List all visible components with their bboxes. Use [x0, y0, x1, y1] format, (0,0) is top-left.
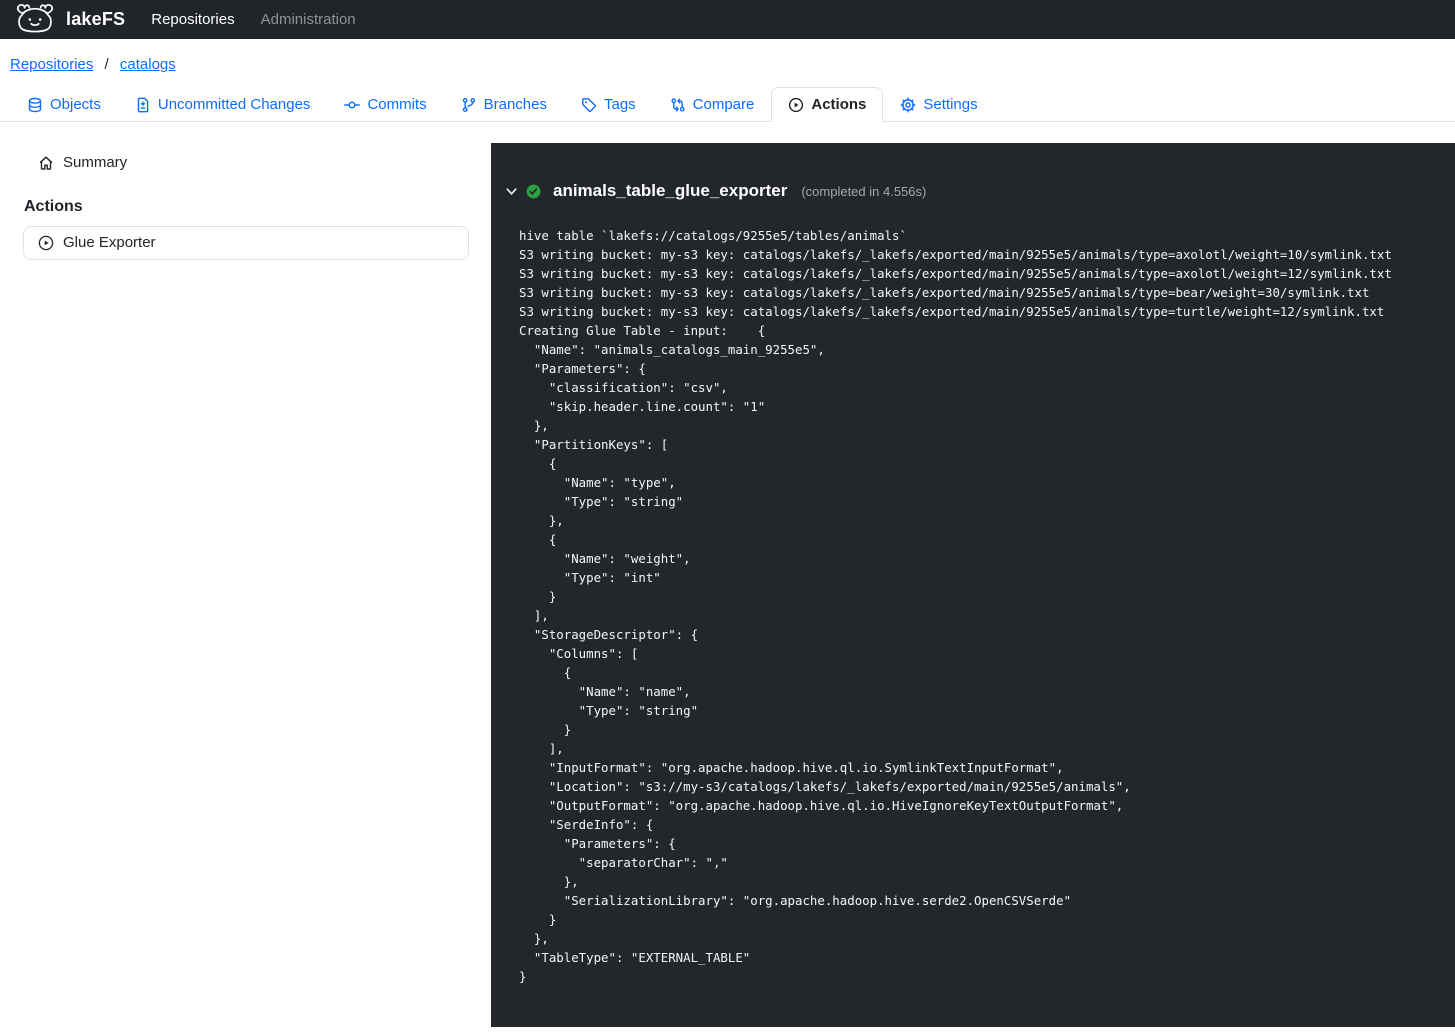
summary-label: Summary	[63, 154, 127, 171]
run-duration-note: (completed in 4.556s)	[801, 184, 926, 199]
sidebar-item-glue-exporter[interactable]: Glue Exporter	[23, 226, 469, 260]
tab-label: Compare	[693, 96, 755, 113]
brand-text: lakeFS	[66, 9, 125, 30]
git-branch-icon	[461, 97, 477, 113]
breadcrumb-separator: /	[105, 56, 109, 73]
tab-label: Uncommitted Changes	[158, 96, 311, 113]
tab-uncommitted-changes[interactable]: Uncommitted Changes	[118, 87, 328, 122]
commit-icon	[344, 97, 360, 113]
actions-heading: Actions	[24, 198, 469, 216]
tab-compare[interactable]: Compare	[653, 87, 772, 122]
tab-label: Tags	[604, 96, 636, 113]
play-circle-icon	[38, 235, 54, 251]
gear-icon	[900, 97, 916, 113]
lakefs-axolotl-logo-icon	[12, 3, 58, 37]
brand-link[interactable]: lakeFS	[12, 3, 125, 37]
tab-tags[interactable]: Tags	[564, 87, 653, 122]
top-navbar: lakeFS Repositories Administration	[0, 0, 1455, 39]
sidebar-item-summary[interactable]: Summary	[23, 151, 127, 174]
git-compare-icon	[670, 97, 686, 113]
play-circle-icon	[788, 97, 804, 113]
tab-actions[interactable]: Actions	[771, 87, 883, 122]
actions-sidebar: Summary Actions Glue Exporter	[0, 143, 491, 1027]
action-item-label: Glue Exporter	[63, 234, 156, 251]
file-diff-icon	[135, 97, 151, 113]
tab-branches[interactable]: Branches	[444, 87, 564, 122]
repo-tab-bar: Objects Uncommitted Changes Commits Bran…	[0, 87, 1455, 122]
run-title: animals_table_glue_exporter	[553, 181, 787, 201]
tab-label: Commits	[367, 96, 426, 113]
content-area: Summary Actions Glue Exporter animals_ta…	[0, 143, 1455, 1027]
nav-item-repositories[interactable]: Repositories	[151, 11, 234, 28]
breadcrumb: Repositories / catalogs	[10, 56, 1455, 73]
run-header-toggle[interactable]: animals_table_glue_exporter (completed i…	[491, 143, 1455, 201]
tab-label: Objects	[50, 96, 101, 113]
run-log-output: hive table `lakefs://catalogs/9255e5/tab…	[491, 226, 1455, 1006]
breadcrumb-link-catalogs[interactable]: catalogs	[120, 56, 176, 73]
tab-label: Branches	[484, 96, 547, 113]
home-icon	[38, 155, 54, 171]
tab-label: Settings	[923, 96, 977, 113]
tab-objects[interactable]: Objects	[10, 87, 118, 122]
chevron-down-icon[interactable]	[505, 185, 518, 198]
tab-commits[interactable]: Commits	[327, 87, 443, 122]
tab-label: Actions	[811, 96, 866, 113]
nav-item-administration[interactable]: Administration	[261, 11, 356, 28]
tab-settings[interactable]: Settings	[883, 87, 994, 122]
tag-icon	[581, 97, 597, 113]
success-check-icon	[526, 184, 541, 199]
breadcrumb-link-repositories[interactable]: Repositories	[10, 56, 93, 73]
database-icon	[27, 97, 43, 113]
action-run-panel: animals_table_glue_exporter (completed i…	[491, 143, 1455, 1027]
